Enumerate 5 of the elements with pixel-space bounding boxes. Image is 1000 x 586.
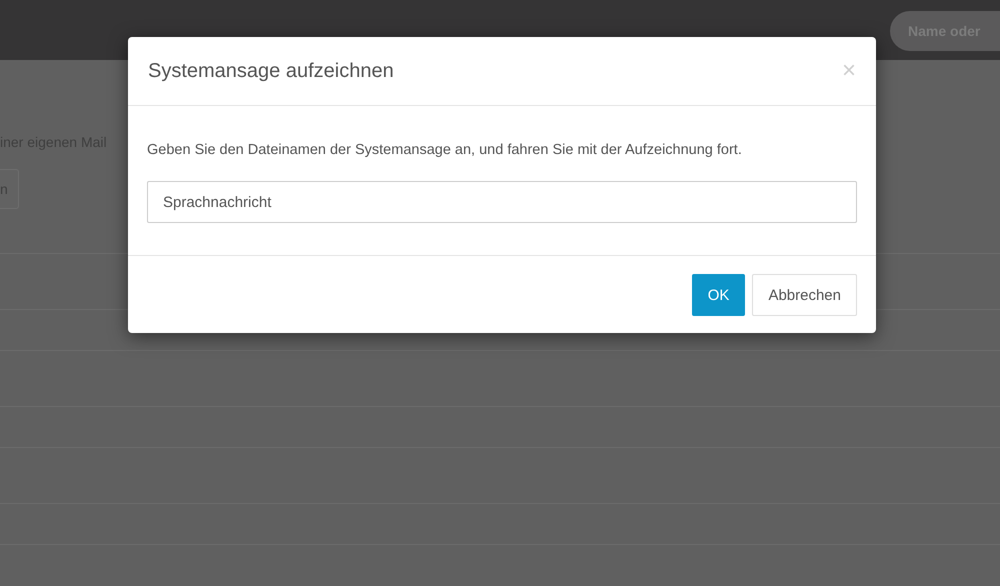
ok-button[interactable]: OK xyxy=(692,274,746,316)
dialog-message: Geben Sie den Dateinamen der Systemansage an, und fahren Sie mit der Aufzeichnung fort. xyxy=(147,142,743,158)
dialog-title: Systemansage aufzeichnen xyxy=(148,60,394,82)
filename-field[interactable]: Sprachnachricht xyxy=(147,181,857,223)
cancel-button[interactable]: Abbrechen xyxy=(752,274,857,316)
